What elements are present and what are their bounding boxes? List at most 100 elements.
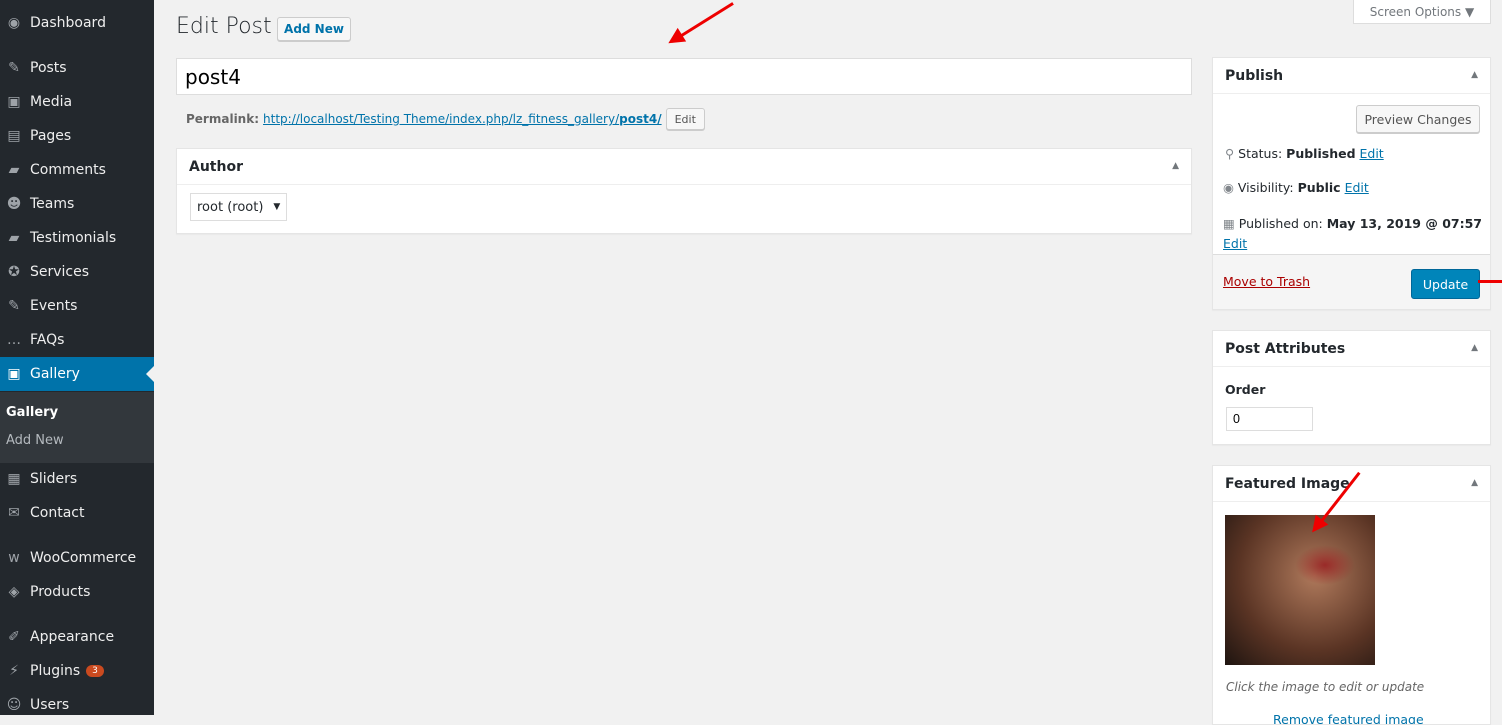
publish-actions: Move to Trash Update bbox=[1213, 254, 1490, 309]
gallery-icon: ▣ bbox=[7, 366, 21, 382]
mail-icon: ✉ bbox=[8, 505, 20, 521]
gallery-submenu: Gallery Add New bbox=[0, 392, 154, 463]
post-title-input[interactable] bbox=[176, 58, 1192, 95]
published-edit-link[interactable]: Edit bbox=[1223, 236, 1247, 251]
publish-box: Publish ▲ Preview Changes ⚲ Status: Publ… bbox=[1212, 57, 1491, 310]
submenu-gallery[interactable]: Gallery bbox=[6, 405, 58, 420]
published-label: Published on: bbox=[1238, 216, 1323, 231]
sidebar-item-contact[interactable]: ✉ Contact bbox=[0, 496, 154, 530]
testimonial-icon: ▰ bbox=[8, 230, 20, 246]
visibility-edit-link[interactable]: Edit bbox=[1345, 180, 1369, 195]
status-row: ⚲ Status: Published Edit bbox=[1225, 146, 1384, 161]
sidebar-item-events[interactable]: ✎ Events bbox=[0, 289, 154, 323]
published-row: ▦ Published on: May 13, 2019 @ 07:57 Edit bbox=[1223, 214, 1488, 254]
sidebar-item-appearance[interactable]: ✐ Appearance bbox=[0, 620, 154, 654]
services-icon: ✪ bbox=[8, 264, 20, 280]
sidebar-item-woocommerce[interactable]: w WooCommerce bbox=[0, 541, 154, 575]
featured-image-box: Featured Image ▲ Click the image to edit… bbox=[1212, 465, 1491, 725]
screen-options-button[interactable]: Screen Options ▼ bbox=[1353, 0, 1491, 24]
sidebar-item-label: Gallery bbox=[30, 366, 80, 382]
sidebar-item-sliders[interactable]: ▦ Sliders bbox=[0, 462, 154, 496]
sidebar-item-label: Posts bbox=[30, 60, 67, 76]
preview-changes-button[interactable]: Preview Changes bbox=[1356, 105, 1480, 133]
plugins-icon: ⚡ bbox=[9, 663, 19, 679]
permalink-slug: post4/ bbox=[619, 112, 662, 126]
groups-icon: ☻ bbox=[6, 196, 22, 212]
comments-icon: ▰ bbox=[8, 162, 20, 178]
author-value: root (root) bbox=[197, 199, 264, 215]
pin-icon: ✎ bbox=[8, 298, 20, 314]
media-icon: ▣ bbox=[7, 94, 21, 110]
post-attributes-title: Post Attributes bbox=[1213, 331, 1490, 367]
update-count-badge: 3 bbox=[86, 665, 104, 677]
sidebar-item-label: Events bbox=[30, 298, 78, 314]
author-select[interactable]: root (root) ▼ bbox=[190, 193, 288, 221]
brush-icon: ✐ bbox=[8, 629, 20, 645]
sidebar-item-services[interactable]: ✪ Services bbox=[0, 255, 154, 289]
sidebar-item-posts[interactable]: ✎ Posts bbox=[0, 51, 154, 85]
submenu-add-new[interactable]: Add New bbox=[6, 433, 64, 448]
collapse-icon[interactable]: ▲ bbox=[1172, 161, 1179, 171]
status-label: Status: bbox=[1238, 146, 1283, 161]
sidebar-item-pages[interactable]: ▤ Pages bbox=[0, 119, 154, 153]
sidebar-item-products[interactable]: ◈ Products bbox=[0, 575, 154, 609]
sidebar-item-comments[interactable]: ▰ Comments bbox=[0, 153, 154, 187]
update-button[interactable]: Update bbox=[1411, 269, 1480, 299]
sidebar-item-label: WooCommerce bbox=[30, 550, 137, 566]
sidebar-item-gallery[interactable]: ▣ Gallery bbox=[0, 357, 154, 391]
pin-icon: ⚲ bbox=[1225, 146, 1235, 161]
permalink-label: Permalink: bbox=[186, 112, 260, 126]
sidebar-item-label: Teams bbox=[30, 196, 75, 212]
sidebar-item-label: Products bbox=[30, 584, 91, 600]
users-icon: ☺ bbox=[6, 697, 22, 713]
eye-icon: ◉ bbox=[1223, 180, 1234, 195]
remove-featured-image-link[interactable]: Remove featured image bbox=[1273, 712, 1424, 724]
sidebar-item-label: Contact bbox=[30, 505, 85, 521]
publish-title: Publish bbox=[1213, 58, 1490, 94]
pin-icon: ✎ bbox=[8, 60, 20, 76]
order-input[interactable] bbox=[1226, 407, 1313, 431]
sidebar-item-dashboard[interactable]: ◉ Dashboard bbox=[0, 6, 154, 40]
sidebar-item-label: Media bbox=[30, 94, 73, 110]
sidebar-item-label: Dashboard bbox=[30, 15, 106, 31]
author-box: Author ▲ root (root) ▼ bbox=[176, 148, 1192, 234]
status-value: Published bbox=[1286, 146, 1356, 161]
published-value: May 13, 2019 @ 07:57 bbox=[1326, 216, 1482, 231]
permalink-edit-button[interactable]: Edit bbox=[665, 108, 705, 130]
permalink-row: Permalink: http://localhost/Testing Them… bbox=[186, 108, 705, 130]
sidebar-item-label: Pages bbox=[30, 128, 72, 144]
add-new-button[interactable]: Add New bbox=[277, 17, 351, 41]
sidebar-item-plugins[interactable]: ⚡ Plugins 3 bbox=[0, 654, 154, 688]
sidebar-item-faqs[interactable]: … FAQs bbox=[0, 323, 154, 357]
pages-icon: ▤ bbox=[7, 128, 21, 144]
permalink-link[interactable]: http://localhost/Testing Theme/index.php… bbox=[263, 112, 662, 126]
calendar-icon: ▦ bbox=[1223, 216, 1235, 231]
admin-sidebar: ◉ Dashboard ✎ Posts ▣ Media ▤ Pages ▰ Comments ☻ Te… bbox=[0, 0, 154, 715]
sidebar-item-label: Appearance bbox=[30, 629, 115, 645]
move-to-trash-link[interactable]: Move to Trash bbox=[1223, 274, 1310, 289]
post-attributes-box: Post Attributes ▲ Order bbox=[1212, 330, 1491, 445]
annotation-arrow bbox=[671, 2, 734, 43]
status-edit-link[interactable]: Edit bbox=[1360, 146, 1384, 161]
collapse-icon[interactable]: ▲ bbox=[1471, 478, 1478, 488]
visibility-label: Visibility: bbox=[1237, 180, 1294, 195]
featured-image-thumbnail[interactable] bbox=[1225, 515, 1375, 665]
order-label: Order bbox=[1225, 382, 1266, 397]
collapse-icon[interactable]: ▲ bbox=[1471, 343, 1478, 353]
annotation-arrow bbox=[1478, 280, 1502, 283]
sidebar-item-users[interactable]: ☺ Users bbox=[0, 688, 154, 722]
sidebar-item-testimonials[interactable]: ▰ Testimonials bbox=[0, 221, 154, 255]
visibility-value: Public bbox=[1297, 180, 1341, 195]
woocommerce-icon: w bbox=[8, 550, 20, 566]
sidebar-item-label: Users bbox=[30, 697, 70, 713]
sidebar-item-media[interactable]: ▣ Media bbox=[0, 85, 154, 119]
visibility-row: ◉ Visibility: Public Edit bbox=[1223, 180, 1369, 195]
sidebar-item-teams[interactable]: ☻ Teams bbox=[0, 187, 154, 221]
sidebar-item-label: Services bbox=[30, 264, 90, 280]
sidebar-item-label: Plugins bbox=[30, 663, 81, 679]
featured-image-hint: Click the image to edit or update bbox=[1226, 680, 1425, 694]
faq-icon: … bbox=[7, 332, 21, 348]
products-icon: ◈ bbox=[8, 584, 20, 600]
sidebar-item-label: FAQs bbox=[30, 332, 65, 348]
collapse-icon[interactable]: ▲ bbox=[1471, 70, 1478, 80]
